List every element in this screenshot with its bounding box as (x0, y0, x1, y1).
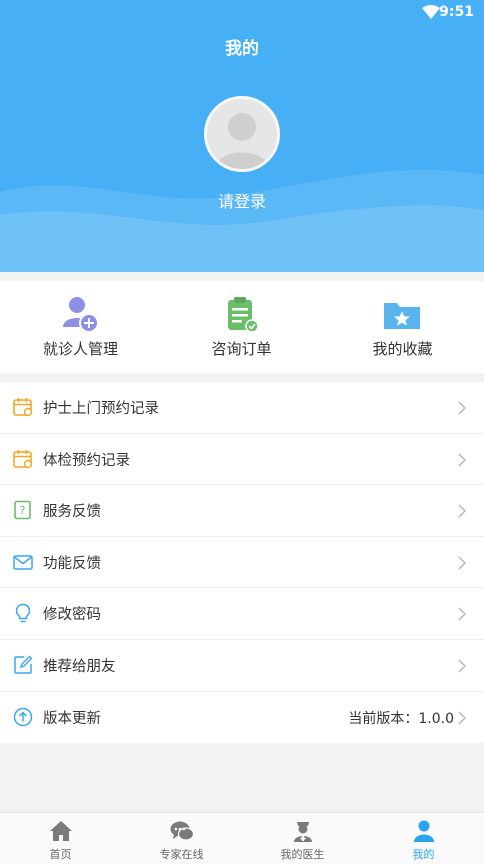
add-user-icon (63, 297, 99, 333)
feedback-question-icon: ? (14, 500, 31, 520)
chat-bubbles-icon (170, 821, 194, 841)
page-title: 我的 (225, 39, 259, 59)
menu-item-label: 体检预约记录 (43, 452, 130, 469)
home-icon (50, 821, 72, 841)
bottom-tab-bar: 首页 专家在线 我的医生 我的 (0, 812, 484, 864)
avatar[interactable] (204, 96, 280, 172)
menu-item-version-update[interactable]: 版本更新 当前版本：1.0.0 (0, 692, 484, 744)
status-bar: 9:51 (0, 0, 484, 26)
mail-icon (13, 555, 33, 570)
menu-item-nurse-visit-records[interactable]: 护士上门预约记录 (0, 382, 484, 434)
quick-action-label: 咨询订单 (211, 340, 272, 358)
chevron-right-icon (458, 453, 466, 467)
quick-action-patient-management[interactable]: 就诊人管理 (0, 281, 161, 373)
chevron-right-icon (458, 556, 466, 570)
login-link[interactable]: 请登录 (0, 188, 484, 212)
quick-action-favorites[interactable]: 我的收藏 (322, 281, 483, 373)
folder-star-icon (384, 303, 420, 329)
chevron-right-icon (458, 711, 466, 725)
quick-action-consult-orders[interactable]: 咨询订单 (161, 281, 322, 373)
menu-item-checkup-records[interactable]: 体检预约记录 (0, 434, 484, 486)
tab-my-doctor[interactable]: 我的医生 (242, 813, 363, 864)
calendar-icon (13, 398, 33, 417)
doctor-icon (294, 822, 312, 842)
menu-item-label: 护士上门预约记录 (43, 401, 159, 417)
wifi-icon (422, 5, 440, 19)
chevron-right-icon (458, 504, 466, 518)
chevron-right-icon (458, 659, 466, 673)
default-avatar-icon (215, 113, 269, 169)
person-icon (414, 820, 434, 842)
menu-item-label: 功能反馈 (43, 555, 101, 572)
menu-item-service-feedback[interactable]: ? 服务反馈 (0, 485, 484, 537)
menu-item-label: 修改密码 (43, 607, 101, 624)
profile-header: 9:51 我的 请登录 (0, 0, 484, 272)
tab-experts-online[interactable]: 专家在线 (121, 813, 242, 864)
clipboard-check-icon (228, 297, 259, 333)
tab-label: 我的 (412, 848, 435, 861)
settings-menu: 护士上门预约记录 体检预约记录 ? 服务反馈 功能反馈 修改密码 推荐给朋友 版… (0, 382, 484, 744)
current-version: 当前版本：1.0.0 (348, 710, 454, 727)
menu-item-label: 服务反馈 (43, 504, 101, 521)
svg-text:?: ? (20, 504, 26, 517)
status-time: 9:51 (439, 4, 474, 20)
menu-item-change-password[interactable]: 修改密码 (0, 588, 484, 640)
menu-item-label: 推荐给朋友 (43, 658, 116, 675)
chevron-right-icon (458, 401, 466, 415)
menu-item-recommend-friends[interactable]: 推荐给朋友 (0, 640, 484, 692)
menu-item-label: 版本更新 (43, 710, 101, 727)
calendar-icon (13, 449, 33, 468)
tab-label: 我的医生 (280, 848, 325, 861)
menu-item-function-feedback[interactable]: 功能反馈 (0, 537, 484, 589)
quick-actions-panel: 就诊人管理 咨询订单 我的收藏 (0, 281, 484, 373)
chevron-right-icon (458, 607, 466, 621)
share-edit-icon (14, 655, 33, 674)
tab-label: 专家在线 (159, 848, 204, 861)
quick-action-label: 就诊人管理 (42, 340, 118, 358)
tab-mine[interactable]: 我的 (363, 813, 484, 864)
quick-action-label: 我的收藏 (372, 340, 433, 358)
upload-circle-icon (13, 707, 33, 726)
tab-label: 首页 (49, 848, 72, 861)
lightbulb-icon (15, 604, 31, 623)
tab-home[interactable]: 首页 (0, 813, 121, 864)
